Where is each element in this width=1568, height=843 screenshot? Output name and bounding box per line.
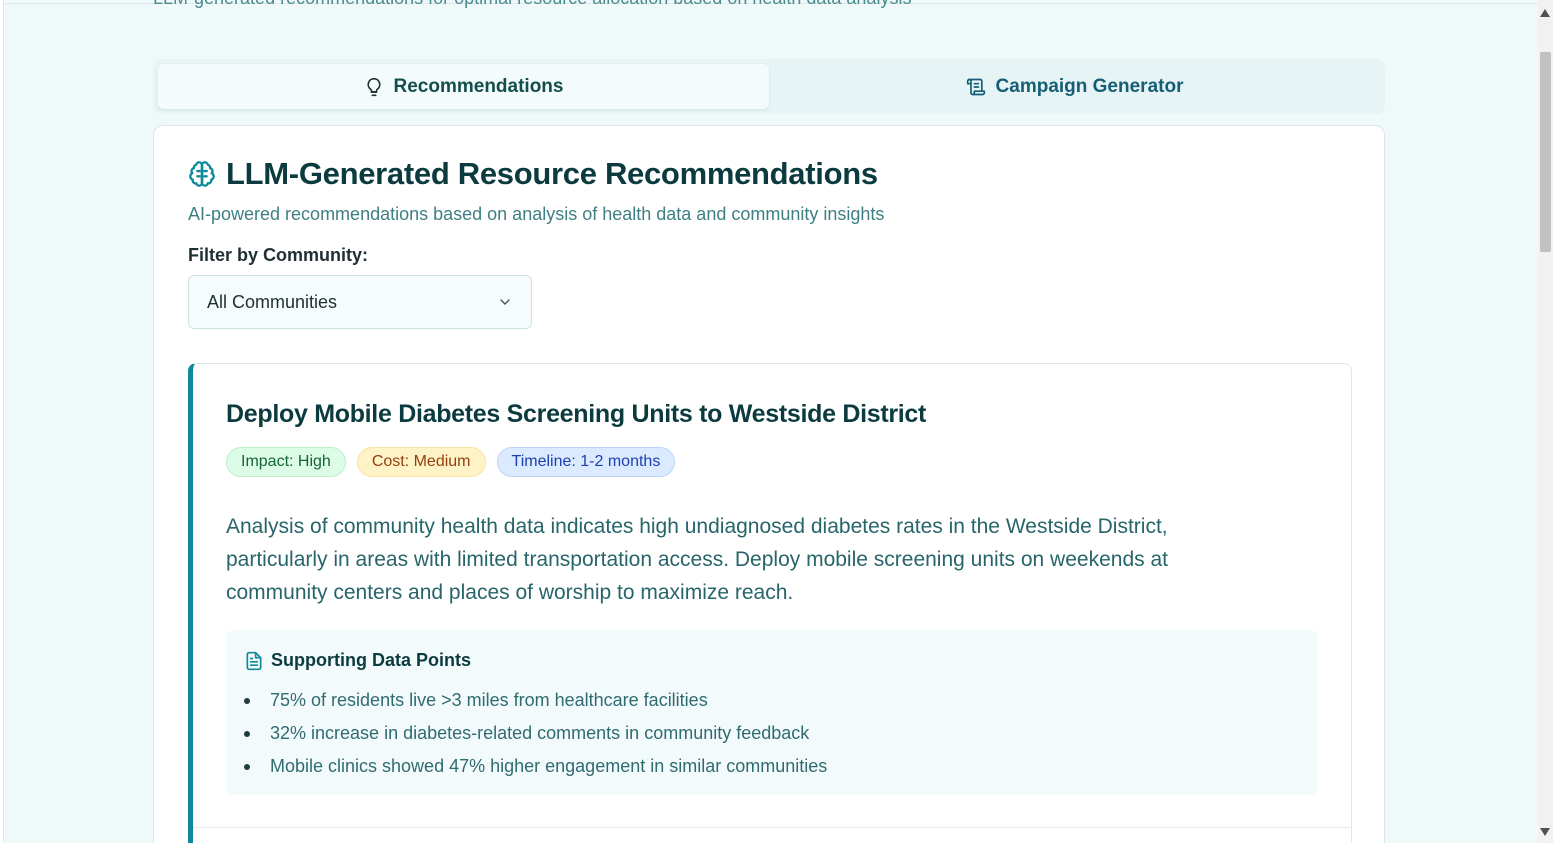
page-subtitle: LLM-generated recommendations for optima… — [153, 0, 911, 9]
cost-badge: Cost: Medium — [356, 447, 486, 477]
list-item: Mobile clinics showed 47% higher engagem… — [244, 750, 1300, 783]
recommendation-title: Deploy Mobile Diabetes Screening Units t… — [226, 400, 927, 428]
tab-campaign-generator[interactable]: Campaign Generator — [769, 64, 1380, 109]
brain-icon — [189, 161, 215, 187]
tab-bar: Recommendations Campaign Generator — [153, 59, 1385, 114]
scroll-up-arrow-icon[interactable] — [1540, 9, 1550, 17]
community-filter-select[interactable]: All Communities — [188, 275, 532, 329]
recommendations-card: LLM-Generated Resource Recommendations A… — [153, 125, 1385, 843]
list-item: 32% increase in diabetes-related comment… — [244, 717, 1300, 750]
tab-recommendations[interactable]: Recommendations — [158, 64, 769, 109]
card-title: LLM-Generated Resource Recommendations — [226, 156, 878, 191]
card-header: LLM-Generated Resource Recommendations — [188, 156, 878, 192]
list-item: 75% of residents live >3 miles from heal… — [244, 684, 1300, 717]
recommendation-divider — [193, 827, 1352, 828]
supporting-data-heading-text: Supporting Data Points — [271, 650, 471, 670]
scrollbar-thumb[interactable] — [1540, 52, 1551, 252]
recommendation-badges: Impact: High Cost: Medium Timeline: 1-2 … — [226, 447, 676, 477]
lightbulb-icon — [366, 77, 381, 96]
supporting-data-heading: Supporting Data Points — [244, 650, 1300, 671]
scroll-icon — [966, 78, 985, 95]
timeline-badge: Timeline: 1-2 months — [496, 447, 676, 477]
tab-recommendations-label: Recommendations — [393, 75, 564, 97]
scroll-down-arrow-icon[interactable] — [1540, 828, 1550, 836]
vertical-scrollbar[interactable] — [1538, 0, 1568, 843]
tab-campaign-generator-label: Campaign Generator — [995, 75, 1184, 97]
recommendation-item: Deploy Mobile Diabetes Screening Units t… — [188, 363, 1352, 843]
card-subtitle: AI-powered recommendations based on anal… — [188, 204, 885, 224]
document-icon — [246, 651, 262, 670]
supporting-data-list: 75% of residents live >3 miles from heal… — [244, 684, 1300, 783]
window-edge — [1553, 0, 1568, 843]
supporting-data-panel: Supporting Data Points 75% of residents … — [226, 630, 1318, 795]
recommendation-description: Analysis of community health data indica… — [226, 515, 1168, 604]
chevron-down-icon — [500, 299, 510, 305]
community-filter-value: All Communities — [207, 291, 338, 312]
filter-label: Filter by Community: — [188, 245, 369, 265]
left-panel-edge — [0, 0, 4, 843]
impact-badge: Impact: High — [226, 447, 346, 477]
